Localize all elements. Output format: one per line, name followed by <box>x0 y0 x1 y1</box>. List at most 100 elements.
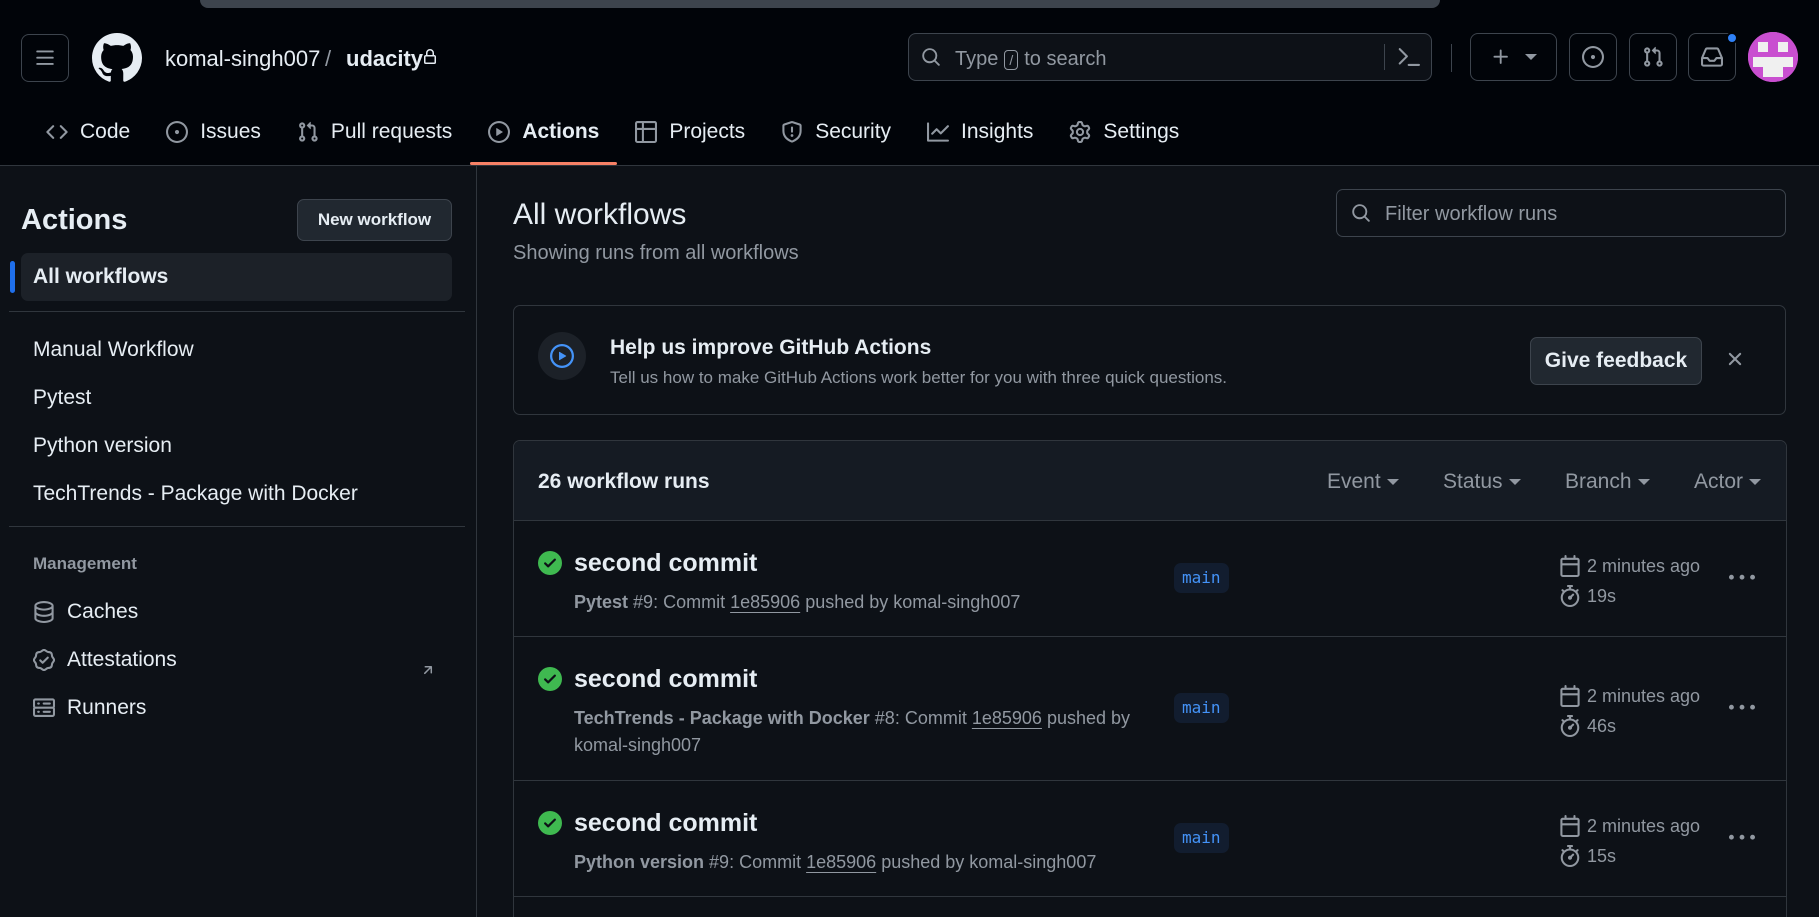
tab-security[interactable]: Security <box>763 112 909 152</box>
avatar[interactable] <box>1748 32 1798 82</box>
commit-sha-link[interactable]: 1e85906 <box>806 852 876 872</box>
create-new-button[interactable] <box>1470 33 1557 81</box>
lock-icon <box>424 49 436 64</box>
actions-sidebar: Actions New workflow All workflows Manua… <box>0 166 477 917</box>
status-filter[interactable]: Status <box>1443 470 1521 494</box>
tab-projects[interactable]: Projects <box>617 112 763 152</box>
runs-list-header: 26 workflow runs Event Status Branch Act… <box>514 441 1786 521</box>
global-search-input[interactable]: Type / to search <box>908 33 1432 81</box>
tab-insights-label: Insights <box>961 120 1034 143</box>
sidebar-item-python-version[interactable]: Python version <box>33 434 172 458</box>
calendar-icon <box>1560 815 1580 837</box>
your-issues-button[interactable] <box>1569 33 1617 81</box>
tab-settings[interactable]: Settings <box>1051 112 1197 152</box>
run-commit-label: Commit <box>904 708 967 728</box>
run-duration: 15s <box>1559 845 1616 867</box>
check-circle-icon <box>538 667 562 691</box>
run-time: 2 minutes ago <box>1559 815 1700 837</box>
table-row[interactable]: second commit Python version #9: Commit … <box>514 781 1786 897</box>
tab-issues[interactable]: Issues <box>148 112 279 152</box>
branch-badge[interactable]: main <box>1174 693 1229 723</box>
event-filter[interactable]: Event <box>1327 470 1399 494</box>
sidebar-item-caches[interactable]: Caches <box>33 600 138 624</box>
give-feedback-button[interactable]: Give feedback <box>1530 337 1702 385</box>
branch-badge[interactable]: main <box>1174 823 1229 853</box>
search-suffix: to search <box>1024 48 1107 70</box>
kebab-menu-icon[interactable] <box>1729 695 1755 721</box>
banner-text: Tell us how to make GitHub Actions work … <box>610 368 1228 387</box>
run-duration: 46s <box>1559 715 1616 737</box>
search-icon <box>1352 204 1370 222</box>
run-time: 2 minutes ago <box>1559 555 1700 577</box>
management-heading: Management <box>33 554 137 573</box>
repo-nav: Code Issues Pull requests Actions Projec… <box>28 112 1197 166</box>
repo-name-link[interactable]: udacity <box>346 46 423 72</box>
run-duration-label: 46s <box>1587 715 1617 736</box>
run-workflow-name: Python version <box>574 852 705 872</box>
tab-insights[interactable]: Insights <box>909 112 1051 152</box>
run-number: #9 <box>709 852 730 872</box>
commit-sha-link[interactable]: 1e85906 <box>730 592 800 612</box>
sidebar-item-manual-workflow[interactable]: Manual Workflow <box>33 338 194 362</box>
branch-badge[interactable]: main <box>1174 563 1229 593</box>
commit-sha-link[interactable]: 1e85906 <box>972 708 1042 728</box>
filter-workflow-runs-input[interactable]: Filter workflow runs <box>1336 189 1786 237</box>
branch-filter-label: Branch <box>1565 470 1632 493</box>
kebab-menu-icon[interactable] <box>1729 565 1755 591</box>
actor-filter-label: Actor <box>1694 470 1744 493</box>
command-palette-icon[interactable] <box>1397 46 1421 68</box>
run-duration-label: 15s <box>1587 845 1617 866</box>
chevron-down-icon <box>1749 479 1762 485</box>
shield-icon <box>782 121 802 143</box>
tab-code[interactable]: Code <box>28 112 148 152</box>
run-time-label: 2 minutes ago <box>1587 555 1701 576</box>
your-pull-requests-button[interactable] <box>1629 33 1677 81</box>
table-row[interactable]: second commit Pytest #9: Commit 1e85906 … <box>514 521 1786 637</box>
filter-placeholder: Filter workflow runs <box>1385 203 1558 225</box>
tab-actions[interactable]: Actions <box>470 112 618 165</box>
run-number: #9 <box>633 592 654 612</box>
repo-owner-link[interactable]: komal-singh007 <box>165 46 320 72</box>
pull-request-icon <box>298 121 318 142</box>
breadcrumb-separator: / <box>325 46 332 71</box>
tab-issues-label: Issues <box>200 120 261 143</box>
chevron-down-icon <box>1637 479 1650 485</box>
gear-icon <box>1070 121 1091 143</box>
kebab-menu-icon[interactable] <box>1729 825 1755 851</box>
feedback-banner: Help us improve GitHub Actions Tell us h… <box>513 305 1786 415</box>
actor-filter[interactable]: Actor <box>1694 470 1762 494</box>
sidebar-item-runners[interactable]: Runners <box>33 696 146 720</box>
run-workflow-name: Pytest <box>574 592 629 612</box>
notification-dot <box>1726 32 1738 44</box>
sidebar-item-attestations[interactable]: Attestations <box>33 648 177 672</box>
calendar-icon <box>1560 555 1580 577</box>
run-title[interactable]: second commit <box>574 549 757 578</box>
run-title[interactable]: second commit <box>574 665 757 694</box>
pull-request-icon <box>1644 46 1663 67</box>
run-pushed-by: pushed by komal-singh007 <box>881 852 1097 872</box>
external-link-icon <box>423 666 433 675</box>
run-commit-label: Commit <box>739 852 802 872</box>
sidebar-item-pytest[interactable]: Pytest <box>33 386 91 410</box>
sidebar-item-all-workflows[interactable]: All workflows <box>10 253 452 301</box>
new-workflow-button[interactable]: New workflow <box>297 199 452 241</box>
run-commit-label: Commit <box>663 592 726 612</box>
tab-actions-label: Actions <box>522 120 600 143</box>
global-header: komal-singh007 / udacity Type / to searc… <box>0 0 1819 166</box>
run-title[interactable]: second commit <box>574 809 757 838</box>
issue-icon <box>1582 46 1604 68</box>
branch-filter[interactable]: Branch <box>1565 470 1650 494</box>
sidebar-divider <box>9 311 465 312</box>
tab-pull-requests[interactable]: Pull requests <box>279 112 470 152</box>
close-icon[interactable] <box>1724 348 1746 370</box>
sidebar-item-techtrends[interactable]: TechTrends - Package with Docker <box>33 482 358 506</box>
sidebar-item-attestations-label: Attestations <box>67 648 177 671</box>
search-prefix: Type <box>955 48 999 70</box>
github-logo-icon[interactable] <box>92 33 142 83</box>
check-circle-icon <box>538 551 562 575</box>
run-meta: TechTrends - Package with Docker #8: Com… <box>574 708 1131 755</box>
chevron-down-icon <box>1386 479 1399 485</box>
verified-icon <box>33 649 55 671</box>
menu-button[interactable] <box>21 34 69 82</box>
table-row[interactable]: second commit TechTrends - Package with … <box>514 637 1786 781</box>
